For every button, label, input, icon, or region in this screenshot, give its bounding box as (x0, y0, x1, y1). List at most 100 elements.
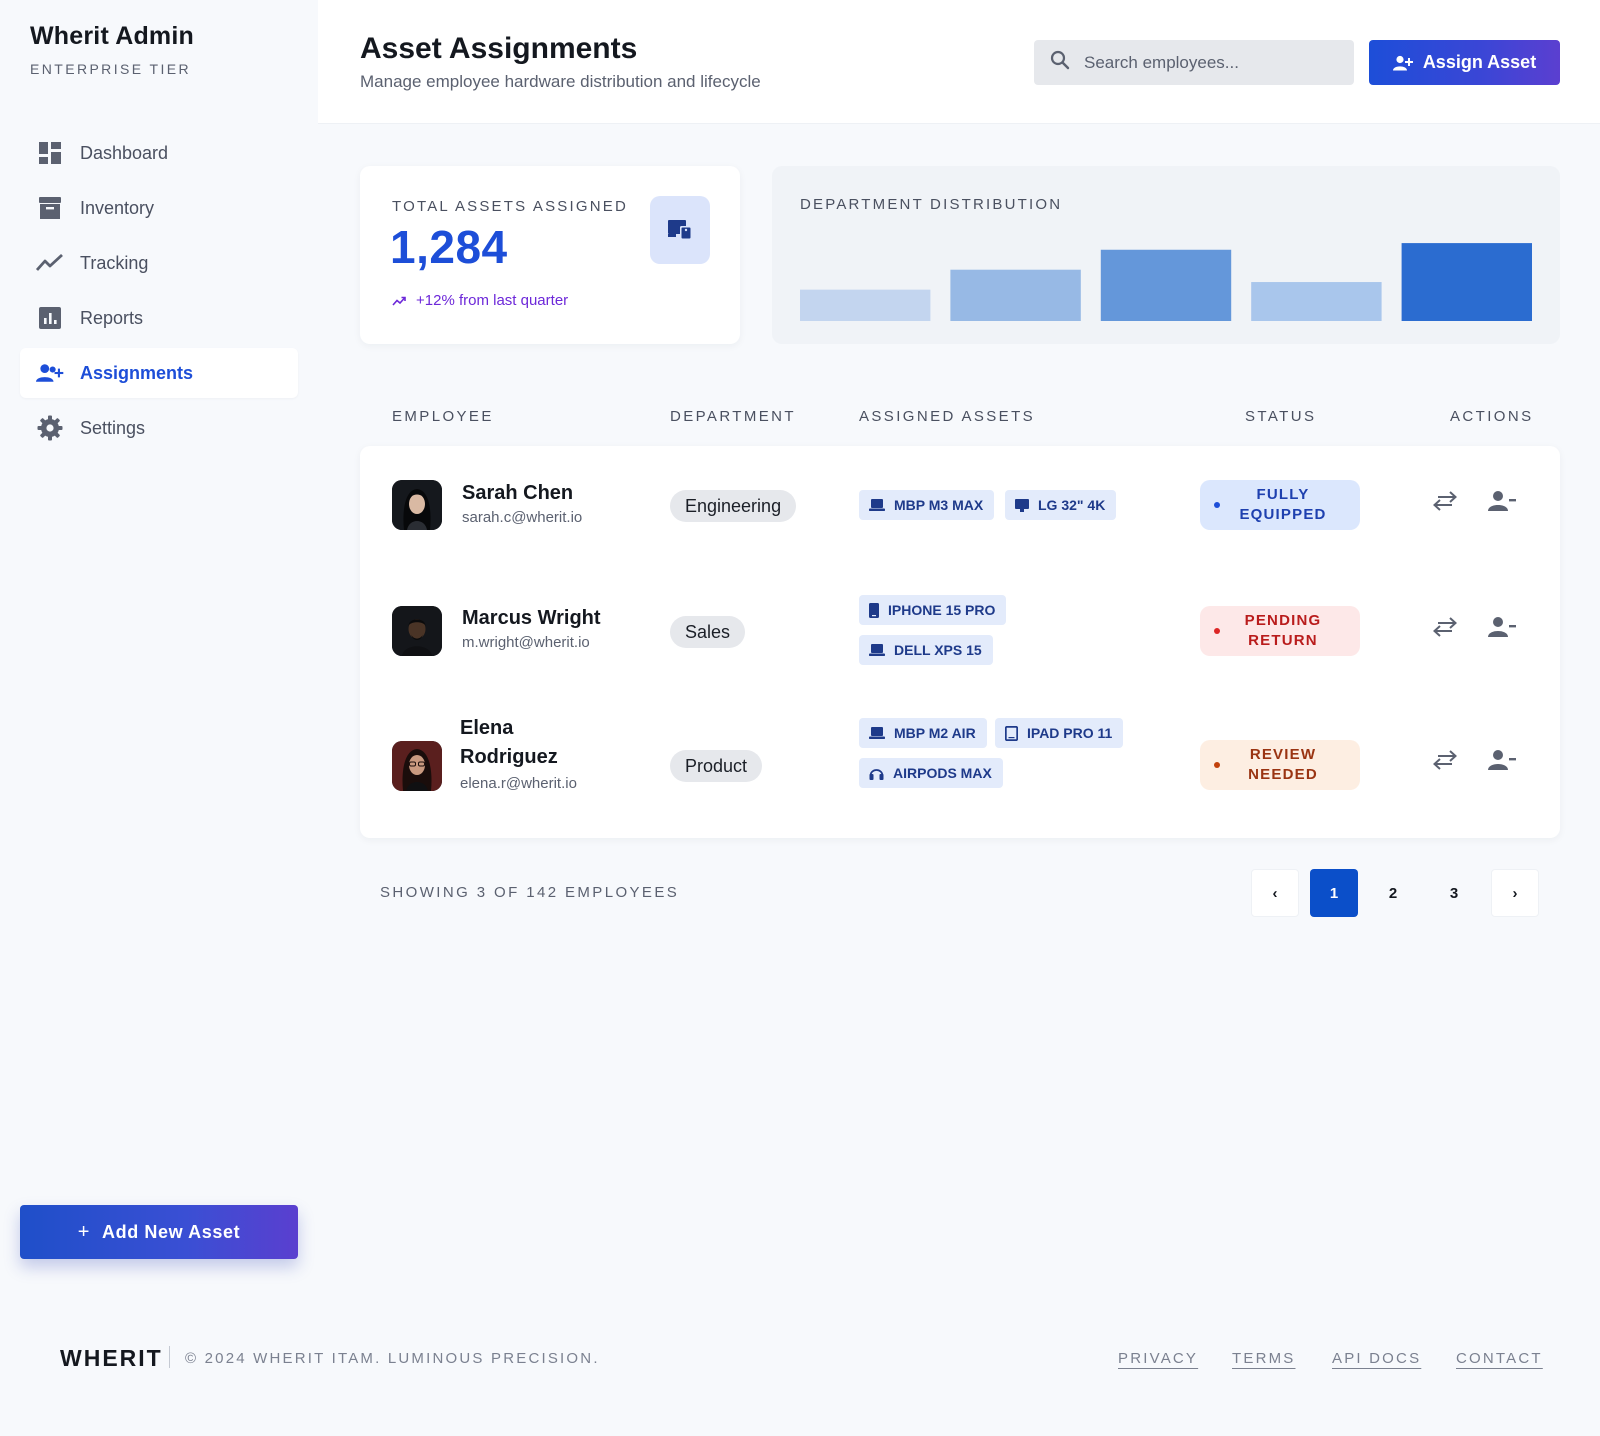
employee-name-first: Elena (460, 717, 514, 739)
swap-icon[interactable] (1429, 611, 1461, 643)
laptop-icon (869, 644, 885, 656)
dashboard-icon (36, 139, 64, 167)
avatar (392, 606, 442, 656)
footer: WHERIT © 2024 WHERIT ITAM. LUMINOUS PREC… (0, 1300, 1600, 1436)
status-text: FULLY EQUIPPED (1220, 485, 1360, 525)
assign-asset-button[interactable]: Assign Asset (1369, 40, 1560, 85)
monitor-icon (1015, 498, 1029, 512)
table-row[interactable]: Elena Rodriguez elena.r@wherit.io Produc… (360, 698, 1560, 838)
distribution-bar-2 (950, 269, 1081, 321)
sidebar-item-label: Settings (80, 417, 146, 438)
sidebar-item-reports[interactable]: Reports (20, 293, 298, 343)
sidebar-item-inventory[interactable]: Inventory (20, 183, 298, 233)
asset-chip[interactable]: DELL XPS 15 (859, 635, 993, 665)
page-button-2[interactable]: 2 (1369, 869, 1417, 917)
page-button-1[interactable]: 1 (1310, 869, 1358, 917)
asset-label: MBP M3 MAX (894, 497, 984, 513)
asset-chip[interactable]: AIRPODS MAX (859, 758, 1003, 788)
status-badge: PENDING RETURN (1200, 606, 1360, 656)
total-assets-value: 1,284 (390, 221, 508, 273)
add-new-asset-label: Add New Asset (102, 1221, 241, 1242)
page-button-3[interactable]: 3 (1430, 869, 1478, 917)
swap-icon[interactable] (1429, 744, 1461, 776)
person-remove-icon[interactable] (1486, 485, 1518, 517)
department-badge: Engineering (670, 490, 797, 522)
sidebar-item-label: Inventory (80, 197, 155, 218)
assignments-table: Sarah Chen sarah.c@wherit.io Engineering… (360, 446, 1560, 838)
footer-link-api-docs[interactable]: API DOCS (1332, 1350, 1421, 1367)
asset-chip[interactable]: IPHONE 15 PRO (859, 595, 1007, 625)
footer-link-privacy[interactable]: PRIVACY (1118, 1350, 1198, 1367)
person-remove-icon[interactable] (1486, 744, 1518, 776)
bar-report-icon (36, 304, 64, 332)
header-status: STATUS (1245, 408, 1317, 425)
employee-name: Marcus Wright (462, 607, 601, 629)
sidebar-item-label: Assignments (80, 362, 194, 383)
gear-icon (36, 414, 64, 442)
header-department: DEPARTMENT (670, 408, 796, 425)
employee-email: elena.r@wherit.io (460, 775, 577, 792)
asset-label: IPAD PRO 11 (1027, 725, 1113, 741)
asset-label: AIRPODS MAX (893, 765, 992, 781)
sidebar-item-label: Dashboard (80, 142, 169, 163)
sidebar-item-settings[interactable]: Settings (20, 403, 298, 453)
swap-icon[interactable] (1429, 485, 1461, 517)
department-distribution-chart (800, 243, 1532, 321)
total-assets-label: TOTAL ASSETS ASSIGNED (392, 198, 628, 215)
table-row[interactable]: Sarah Chen sarah.c@wherit.io Engineering… (360, 446, 1560, 572)
distribution-bar-4 (1251, 282, 1382, 321)
next-page-button[interactable]: › (1491, 869, 1539, 917)
distribution-bar-1 (800, 289, 931, 321)
search-box[interactable] (1034, 40, 1354, 85)
sidebar-item-dashboard[interactable]: Dashboard (20, 128, 298, 178)
sidebar-nav: Dashboard Inventory Tracking Reports Ass… (20, 128, 298, 458)
table-header: EMPLOYEE DEPARTMENT ASSIGNED ASSETS STAT… (360, 386, 1560, 446)
status-line-2: NEEDED (1248, 766, 1318, 783)
asset-chip[interactable]: MBP M3 MAX (859, 490, 995, 520)
footer-link-contact[interactable]: CONTACT (1456, 1350, 1543, 1367)
employee-email: m.wright@wherit.io (462, 634, 590, 651)
search-input[interactable] (1084, 52, 1334, 73)
table-row[interactable]: Marcus Wright m.wright@wherit.io Sales I… (360, 572, 1560, 698)
status-text: REVIEW NEEDED (1220, 745, 1360, 785)
trend-line-icon (36, 249, 64, 277)
footer-link-terms[interactable]: TERMS (1232, 1350, 1296, 1367)
employee-name-last: Rodriguez (460, 746, 558, 768)
total-assets-change: +12% from last quarter (392, 292, 568, 309)
sidebar-item-tracking[interactable]: Tracking (20, 238, 298, 288)
phone-icon (869, 602, 879, 618)
header-actions: ACTIONS (1450, 408, 1534, 425)
asset-label: LG 32" 4K (1038, 497, 1106, 513)
top-header: Asset Assignments Manage employee hardwa… (318, 0, 1600, 124)
status-line-1: FULLY (1256, 486, 1310, 503)
header-assigned-assets: ASSIGNED ASSETS (859, 408, 1036, 425)
footer-copyright: © 2024 WHERIT ITAM. LUMINOUS PRECISION. (185, 1350, 600, 1367)
asset-chip[interactable]: MBP M2 AIR (859, 718, 987, 748)
assign-asset-label: Assign Asset (1422, 52, 1537, 72)
department-badge: Sales (670, 616, 746, 648)
asset-chip[interactable]: LG 32" 4K (1005, 490, 1117, 520)
status-badge: FULLY EQUIPPED (1200, 480, 1360, 530)
asset-label: MBP M2 AIR (894, 725, 976, 741)
person-add-icon (36, 359, 64, 387)
avatar (392, 741, 442, 791)
sidebar-item-label: Tracking (80, 252, 149, 273)
asset-chip[interactable]: IPAD PRO 11 (995, 718, 1124, 748)
prev-page-button[interactable]: ‹ (1251, 869, 1299, 917)
archive-icon (36, 194, 64, 222)
department-distribution-card: DEPARTMENT DISTRIBUTION (772, 166, 1560, 344)
add-new-asset-button[interactable]: + Add New Asset (20, 1205, 298, 1259)
laptop-icon (869, 727, 885, 739)
person-add-icon (1392, 55, 1413, 70)
devices-icon (650, 196, 710, 264)
status-line-1: PENDING (1244, 612, 1322, 629)
sidebar: Wherit Admin ENTERPRISE TIER Dashboard I… (0, 0, 318, 1300)
asset-label: IPHONE 15 PRO (888, 602, 996, 618)
page-subtitle: Manage employee hardware distribution an… (360, 72, 761, 91)
brand-title: Wherit Admin (30, 22, 194, 50)
status-line-1: REVIEW (1249, 746, 1317, 763)
person-remove-icon[interactable] (1486, 611, 1518, 643)
laptop-icon (869, 499, 885, 511)
sidebar-item-assignments[interactable]: Assignments (20, 348, 298, 398)
status-text: PENDING RETURN (1220, 611, 1360, 651)
